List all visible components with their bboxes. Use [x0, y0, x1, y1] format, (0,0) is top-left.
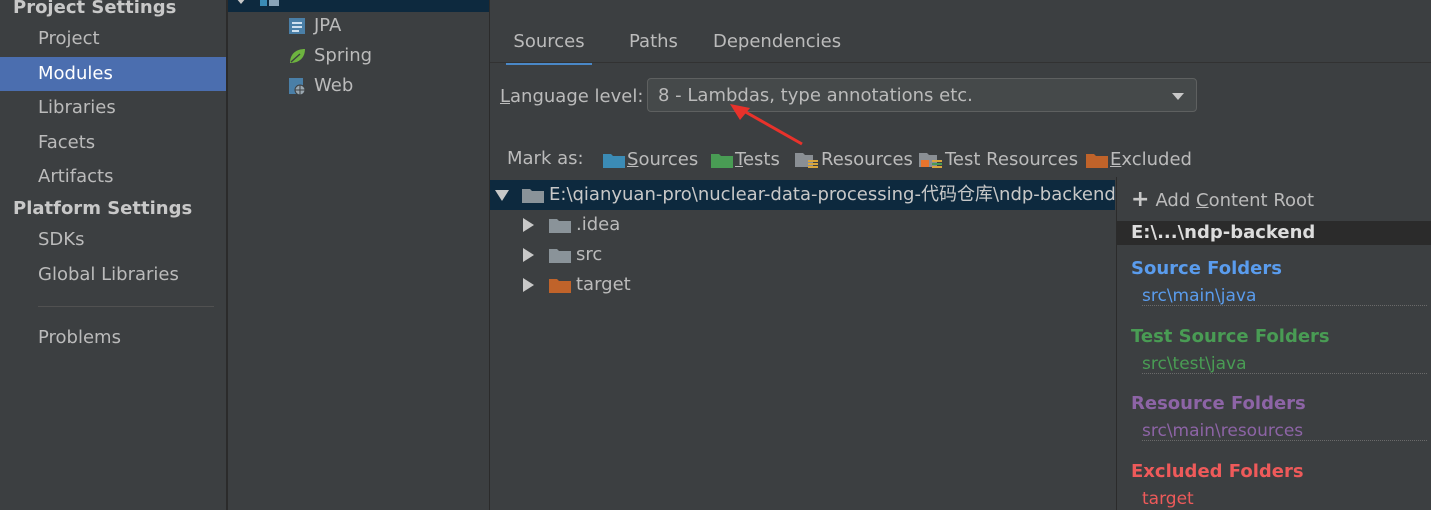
tree-item-label: src: [576, 244, 603, 265]
tests-folder-icon: [711, 154, 733, 168]
facet-web[interactable]: Web: [288, 71, 353, 101]
nav-item-libraries[interactable]: Libraries: [0, 91, 226, 125]
mark-sources-button[interactable]: Sources: [603, 145, 698, 175]
tree-row[interactable]: src: [490, 240, 1115, 270]
settings-nav: Project Settings Project Modules Librari…: [0, 0, 226, 510]
nav-item-global-libraries[interactable]: Global Libraries: [0, 258, 226, 292]
source-folder-path[interactable]: src\main\java: [1142, 286, 1256, 306]
test-resources-folder-icon: [919, 153, 942, 168]
plus-icon: +: [1131, 187, 1150, 212]
facet-label: JPA: [314, 15, 342, 36]
tree-row[interactable]: target: [490, 270, 1115, 300]
facet-spring[interactable]: Spring: [288, 41, 372, 71]
spring-leaf-icon: [290, 49, 305, 63]
module-tree: readNumbers JPA Spring Web: [228, 0, 489, 510]
tab-paths[interactable]: Paths: [629, 22, 678, 62]
mnemonic-c: C: [1196, 190, 1209, 211]
annotation-arrow-icon: [730, 104, 803, 146]
module-name: readNumbers: [286, 0, 408, 1]
chevron-right-icon[interactable]: [523, 218, 534, 232]
mark-test-resources-label: Test Resources: [945, 149, 1079, 170]
test-source-folder-path[interactable]: src\test\java: [1142, 354, 1247, 374]
mnemonic-l: L: [500, 86, 511, 107]
nav-item-project[interactable]: Project: [0, 22, 226, 56]
module-folder-icon: [260, 0, 279, 6]
tree-item-label: target: [576, 274, 631, 295]
resources-folder-icon: [795, 153, 818, 168]
nav-separator: [38, 306, 214, 307]
content-root-tree[interactable]: E:\qianyuan-pro\nuclear-data-processing-…: [490, 177, 1116, 510]
tab-sources[interactable]: Sources: [506, 22, 592, 65]
content-root-panel: + Add Content Root E:\...\ndp-backend Sou…: [1116, 177, 1431, 510]
divider: [1142, 440, 1427, 441]
nav-item-artifacts[interactable]: Artifacts: [0, 160, 226, 194]
facet-label: Web: [314, 75, 354, 96]
platform-settings-header: Platform Settings: [13, 198, 193, 219]
tree-root-path: E:\qianyuan-pro\nuclear-data-processing-…: [549, 184, 1116, 205]
excluded-folder-icon: [549, 279, 571, 293]
resource-folder-path[interactable]: src\main\resources: [1142, 421, 1303, 441]
mark-excluded-button[interactable]: Excluded: [1086, 145, 1192, 175]
mnemonic-e: E: [1110, 149, 1122, 170]
nav-item-modules[interactable]: Modules: [0, 57, 226, 91]
folder-icon: [549, 219, 571, 233]
nav-item-facets[interactable]: Facets: [0, 126, 226, 160]
tree-row-root[interactable]: E:\qianyuan-pro\nuclear-data-processing-…: [490, 180, 1116, 210]
facet-label: Spring: [314, 45, 373, 66]
folder-icon: [522, 189, 544, 203]
nav-item-problems[interactable]: Problems: [0, 321, 226, 355]
excluded-folder-icon: [1086, 154, 1108, 168]
facet-jpa[interactable]: JPA: [288, 11, 341, 41]
mark-resources-label: Resources: [821, 149, 913, 170]
chevron-right-icon[interactable]: [523, 248, 534, 262]
language-level-value: 8 - Lambdas, type annotations etc.: [658, 85, 973, 106]
folder-icon: [549, 249, 571, 263]
chevron-down-icon[interactable]: [236, 0, 246, 6]
project-settings-header: Project Settings: [13, 0, 177, 18]
module-row-selected[interactable]: readNumbers: [228, 0, 489, 12]
mark-as-label: Mark as:: [507, 148, 584, 169]
mnemonic-s: S: [627, 149, 639, 170]
content-root-header: E:\...\ndp-backend: [1117, 221, 1431, 245]
add-content-root-prefix: Add: [1155, 190, 1197, 211]
tree-row[interactable]: .idea: [490, 210, 1115, 240]
divider: [1142, 305, 1427, 306]
tab-divider: [490, 62, 1431, 63]
add-content-root-button[interactable]: + Add Content Root: [1131, 187, 1314, 213]
add-content-root-rest: ontent Root: [1208, 190, 1315, 211]
mark-excluded-label: xcluded: [1121, 149, 1192, 170]
tree-item-label: .idea: [576, 214, 621, 235]
chevron-down-icon: [1172, 93, 1184, 100]
chevron-down-icon[interactable]: [495, 190, 509, 201]
tab-dependencies[interactable]: Dependencies: [713, 22, 841, 62]
excluded-folder-path[interactable]: target: [1142, 489, 1194, 509]
language-level-label-text: anguage level:: [510, 86, 644, 107]
mark-resources-button[interactable]: Resources: [795, 145, 913, 175]
resource-folders-title: Resource Folders: [1131, 393, 1306, 414]
language-level-label: Language level:: [500, 82, 643, 112]
source-folders-title: Source Folders: [1131, 258, 1282, 279]
chevron-right-icon[interactable]: [523, 278, 534, 292]
sources-folder-icon: [603, 154, 625, 168]
nav-item-sdks[interactable]: SDKs: [0, 223, 226, 257]
mark-tests-label: ests: [742, 149, 780, 170]
excluded-folders-title: Excluded Folders: [1131, 461, 1304, 482]
test-source-folders-title: Test Source Folders: [1131, 326, 1330, 347]
mark-tests-button[interactable]: Tests: [711, 145, 780, 175]
divider: [1142, 373, 1427, 374]
mark-sources-label: ources: [638, 149, 699, 170]
jpa-icon: [289, 18, 305, 34]
mnemonic-t: T: [735, 149, 743, 170]
mark-test-resources-button[interactable]: Test Resources: [919, 145, 1078, 175]
web-icon: [289, 78, 306, 95]
